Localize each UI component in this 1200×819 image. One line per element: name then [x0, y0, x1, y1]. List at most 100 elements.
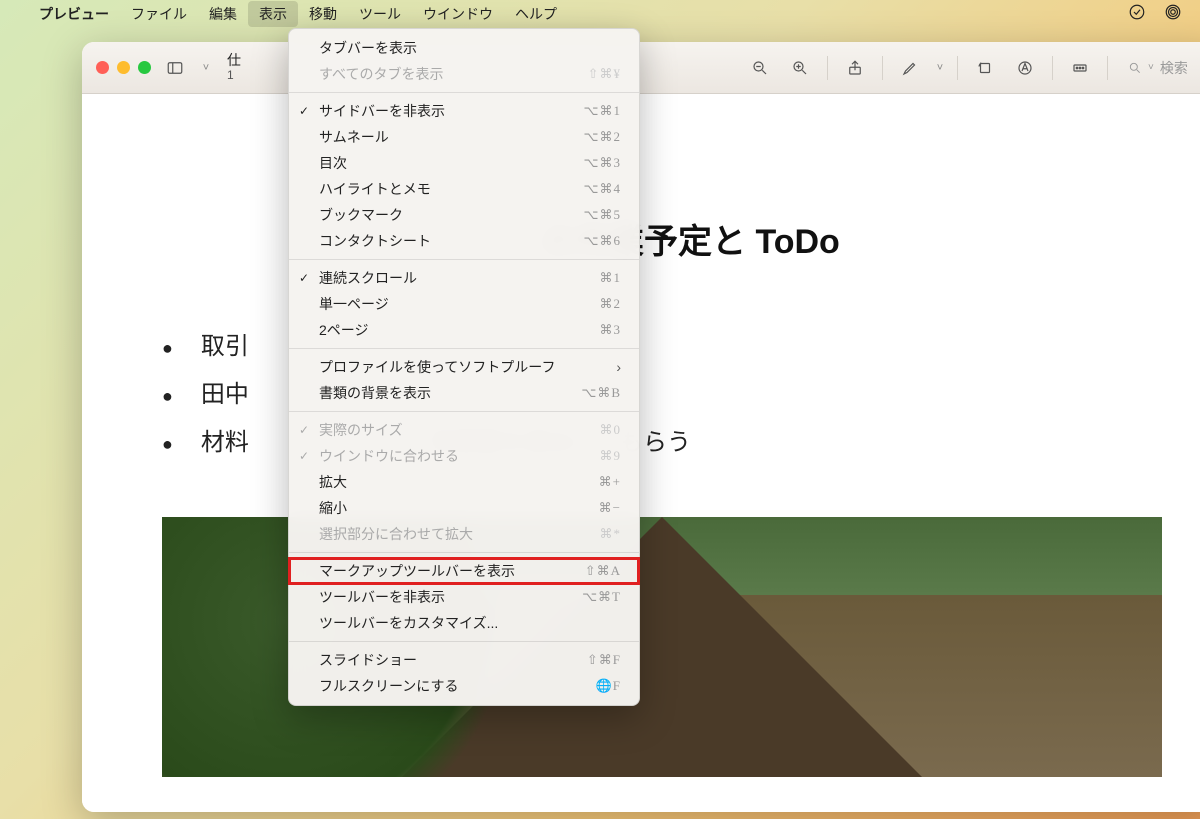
menu-item[interactable]: マークアップツールバーを表示 ⇧⌘A	[289, 558, 639, 584]
menu-item[interactable]: サムネール ⌥⌘2	[289, 124, 639, 150]
menu-shortcut: ⌥⌘5	[584, 207, 621, 223]
menu-item[interactable]: 縮小 ⌘−	[289, 495, 639, 521]
form-button[interactable]	[1063, 54, 1097, 82]
menu-go[interactable]: 移動	[298, 1, 348, 27]
traffic-lights	[96, 61, 151, 74]
menu-shortcut: ⇧⌘A	[585, 563, 621, 579]
menu-item-label: ツールバーを非表示	[319, 587, 445, 607]
zoom-out-button[interactable]	[743, 54, 777, 82]
menu-item[interactable]: 拡大 ⌘+	[289, 469, 639, 495]
share-button[interactable]	[838, 54, 872, 82]
menu-shortcut: ⌘1	[600, 270, 622, 286]
menu-item[interactable]: ハイライトとメモ ⌥⌘4	[289, 176, 639, 202]
menu-item-label: スライドショー	[319, 650, 417, 670]
highlight-dropdown-icon[interactable]: ˅	[933, 54, 947, 82]
menu-item-label: すべてのタブを表示	[319, 64, 443, 84]
search-placeholder: 検索	[1160, 58, 1188, 78]
check-icon: ✓	[299, 423, 309, 437]
menu-shortcut: ⇧⌘F	[587, 652, 621, 668]
window-title: 仕 1	[227, 53, 241, 82]
menu-item-label: 単一ページ	[319, 294, 389, 314]
menu-item-label: 拡大	[319, 472, 347, 492]
sidebar-toggle-button[interactable]	[161, 54, 189, 82]
menu-shortcut: ⌘+	[599, 474, 621, 490]
menu-item-label: コンタクトシート	[319, 231, 431, 251]
menu-item[interactable]: ブックマーク ⌥⌘5	[289, 202, 639, 228]
menu-item[interactable]: ツールバーを非表示 ⌥⌘T	[289, 584, 639, 610]
menu-item[interactable]: フルスクリーンにする 🌐F	[289, 673, 639, 699]
menubar: プレビュー ファイル 編集 表示 移動 ツール ウインドウ ヘルプ	[0, 0, 1200, 28]
menu-item: すべてのタブを表示 ⇧⌘¥	[289, 61, 639, 87]
preview-window: ˅ 仕 1 ˅ ˅ 検索 の作業予定と ToDo	[82, 42, 1200, 812]
zoom-button[interactable]	[138, 61, 151, 74]
menu-item: ✓ 実際のサイズ ⌘0	[289, 417, 639, 443]
menu-item[interactable]: ✓ 連続スクロール ⌘1	[289, 265, 639, 291]
menu-file[interactable]: ファイル	[120, 1, 198, 27]
menu-item-label: 目次	[319, 153, 347, 173]
search-field[interactable]: ˅ 検索	[1118, 54, 1200, 82]
menu-view[interactable]: 表示	[248, 1, 298, 27]
app-menu[interactable]: プレビュー	[28, 1, 120, 27]
menu-item-label: ツールバーをカスタマイズ...	[319, 613, 498, 633]
menu-item[interactable]: ツールバーをカスタマイズ...	[289, 610, 639, 636]
menu-shortcut: ⌥⌘B	[581, 385, 621, 401]
minimize-button[interactable]	[117, 61, 130, 74]
menu-shortcut: ⌘3	[600, 322, 622, 338]
menu-item[interactable]: プロファイルを使ってソフトプルーフ ›	[289, 354, 639, 380]
document-area: の作業予定と ToDo 取引 田中 材料見積書を提出してもらう	[82, 94, 1200, 812]
view-menu-dropdown: タブバーを表示すべてのタブを表示 ⇧⌘¥ ✓ サイドバーを非表示 ⌥⌘1 サムネール ⌥⌘2…	[288, 28, 640, 706]
menu-item[interactable]: 2ページ ⌘3	[289, 317, 639, 343]
menu-shortcut: ⇧⌘¥	[588, 66, 621, 82]
menu-item-label: 連続スクロール	[319, 268, 417, 288]
zoom-in-button[interactable]	[783, 54, 817, 82]
sidebar-dropdown-icon[interactable]: ˅	[199, 54, 213, 82]
menu-item[interactable]: 単一ページ ⌘2	[289, 291, 639, 317]
menu-shortcut: ⌥⌘T	[582, 589, 621, 605]
menu-shortcut: ⌥⌘1	[584, 103, 621, 119]
menu-item: ✓ウインドウに合わせる⌘9	[289, 443, 639, 469]
menu-item-label: ブックマーク	[319, 205, 403, 225]
check-icon: ✓	[299, 271, 309, 285]
menu-item-label: マークアップツールバーを表示	[319, 561, 515, 581]
check-icon: ✓	[299, 449, 309, 463]
checklist-tray-icon[interactable]	[1128, 3, 1146, 26]
close-button[interactable]	[96, 61, 109, 74]
menu-shortcut: ⌥⌘3	[584, 155, 621, 171]
chevron-right-icon: ›	[616, 359, 621, 375]
menu-item-label: プロファイルを使ってソフトプルーフ	[319, 357, 555, 377]
menu-item-label: 実際のサイズ	[319, 420, 403, 440]
menu-item-label: サイドバーを非表示	[319, 101, 445, 121]
menu-shortcut: 🌐F	[596, 678, 621, 694]
airdrop-tray-icon[interactable]	[1164, 3, 1182, 26]
menu-edit[interactable]: 編集	[198, 1, 248, 27]
menu-item-label: ウインドウに合わせる	[319, 446, 459, 466]
menu-window[interactable]: ウインドウ	[412, 1, 504, 27]
menu-item-label: 2ページ	[319, 320, 369, 340]
menu-shortcut: ⌘2	[600, 296, 622, 312]
menu-item[interactable]: スライドショー ⇧⌘F	[289, 647, 639, 673]
menu-shortcut: ⌘*	[600, 526, 622, 542]
menu-item[interactable]: タブバーを表示	[289, 35, 639, 61]
menu-help[interactable]: ヘルプ	[504, 1, 568, 27]
menu-item-label: ハイライトとメモ	[319, 179, 431, 199]
menu-shortcut: ⌥⌘2	[584, 129, 621, 145]
menu-item[interactable]: 書類の背景を表示 ⌥⌘B	[289, 380, 639, 406]
titlebar: ˅ 仕 1 ˅ ˅ 検索	[82, 42, 1200, 94]
menu-item-label: 縮小	[319, 498, 347, 518]
menu-item[interactable]: コンタクトシート⌥⌘6	[289, 228, 639, 254]
menu-shortcut: ⌘0	[600, 422, 622, 438]
rotate-button[interactable]	[968, 54, 1002, 82]
check-icon: ✓	[299, 104, 309, 118]
menu-item: 選択部分に合わせて拡大 ⌘*	[289, 521, 639, 547]
menu-item[interactable]: ✓ サイドバーを非表示 ⌥⌘1	[289, 98, 639, 124]
menu-item-label: フルスクリーンにする	[319, 676, 458, 696]
menu-item-label: 選択部分に合わせて拡大	[319, 524, 473, 544]
menu-tools[interactable]: ツール	[348, 1, 412, 27]
menu-shortcut: ⌥⌘4	[584, 181, 621, 197]
markup-button[interactable]	[1008, 54, 1042, 82]
menu-item-label: サムネール	[319, 127, 389, 147]
menu-item-label: 書類の背景を表示	[319, 383, 431, 403]
menu-shortcut: ⌘−	[599, 500, 621, 516]
menu-item[interactable]: 目次 ⌥⌘3	[289, 150, 639, 176]
highlight-button[interactable]	[893, 54, 927, 82]
